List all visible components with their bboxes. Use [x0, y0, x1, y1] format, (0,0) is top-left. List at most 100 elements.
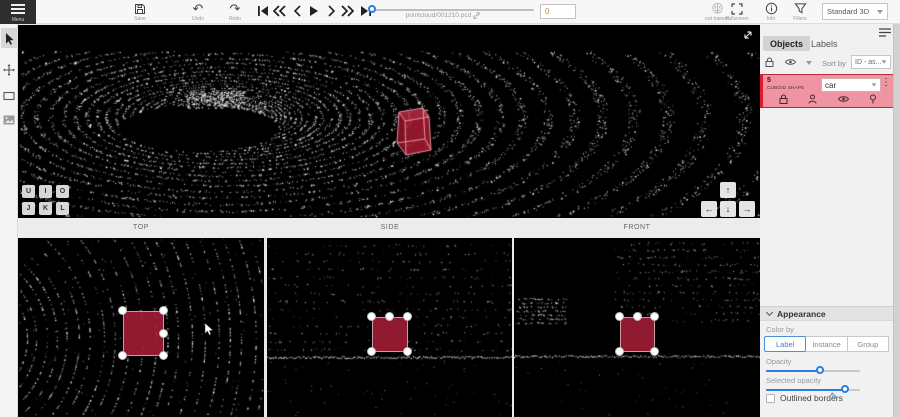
play-icon: [308, 5, 319, 17]
panel-list-button[interactable]: [878, 26, 892, 39]
tab-labels[interactable]: Labels: [804, 36, 845, 51]
right-edge-strip[interactable]: [893, 24, 900, 417]
view-mode-select[interactable]: Standard 3D: [822, 3, 888, 20]
main-3d-view[interactable]: U I O J K L ↑ ← ↓ →: [18, 25, 760, 218]
fullscreen-label: Fullscreen: [725, 16, 748, 22]
sort-select[interactable]: ID - as...: [851, 55, 891, 69]
object-type: CUBOID SHAPE: [767, 85, 805, 90]
undo-button[interactable]: ↶ Undo: [183, 2, 213, 23]
top-cuboid-handle-r[interactable]: [159, 329, 168, 338]
color-mode-segment: Label Instance Group: [765, 336, 889, 352]
lock-all-button[interactable]: [765, 57, 774, 67]
point-cloud-annotation-app: Menu Save ↶ Undo ↷ Redo: [0, 0, 900, 417]
color-mode-group-button[interactable]: Group: [847, 336, 889, 352]
object-list-item-selected[interactable]: 5 CUBOID SHAPE car ⋮: [760, 74, 893, 108]
fast-forward-button[interactable]: [340, 4, 355, 18]
link-icon[interactable]: [473, 12, 480, 19]
side-cuboid-handle-br[interactable]: [403, 347, 412, 356]
edit-outline-pencil-icon[interactable]: ✎: [830, 391, 838, 402]
arrow-left-button[interactable]: ←: [701, 201, 717, 217]
cuboid-tool-button[interactable]: [1, 86, 17, 106]
opacity-label: Opacity: [766, 357, 791, 366]
play-button[interactable]: [306, 4, 321, 18]
frame-slider-handle[interactable]: [368, 5, 376, 13]
expand-view-button[interactable]: [742, 29, 754, 41]
next-icon: [327, 5, 336, 17]
key-o-button[interactable]: O: [56, 185, 69, 198]
filters-label: Filters: [793, 16, 807, 22]
front-cuboid-handle-tl[interactable]: [615, 312, 624, 321]
side-cuboid-handle-bl[interactable]: [367, 347, 376, 356]
side-view-cuboid[interactable]: [372, 317, 408, 352]
select-tool-button[interactable]: [1, 28, 17, 48]
appearance-header[interactable]: Appearance: [760, 306, 893, 321]
key-l-button[interactable]: L: [56, 202, 69, 215]
front-cuboid-handle-bl[interactable]: [615, 347, 624, 356]
object-id: 5: [767, 77, 771, 84]
front-cuboid-handle-tm[interactable]: [633, 312, 642, 321]
main-view-canvas[interactable]: [18, 25, 760, 218]
object-pin-icon[interactable]: [869, 94, 877, 104]
key-k-button[interactable]: K: [39, 202, 52, 215]
selected-opacity-slider-handle[interactable]: [841, 385, 849, 393]
key-i-button[interactable]: I: [39, 185, 52, 198]
key-u-button[interactable]: U: [22, 185, 35, 198]
info-button[interactable]: Info: [756, 2, 786, 23]
top-cuboid-handle-tl[interactable]: [118, 306, 127, 315]
expand-list-chevron[interactable]: [806, 61, 812, 65]
redo-button[interactable]: ↷ Redo: [220, 2, 250, 23]
color-mode-instance-button[interactable]: Instance: [805, 336, 847, 352]
arrow-up-button[interactable]: ↑: [720, 182, 736, 198]
top-cuboid-handle-bl[interactable]: [118, 351, 127, 360]
opacity-slider[interactable]: [766, 366, 860, 376]
save-button[interactable]: Save: [125, 2, 155, 23]
object-lock-icon[interactable]: [779, 94, 788, 104]
frame-slider-track[interactable]: [372, 9, 534, 11]
filename-text: pointcloud/001210.pcd: [406, 12, 471, 19]
class-chevron-icon: [872, 83, 877, 86]
menu-button[interactable]: Menu: [0, 0, 36, 24]
object-visibility-icon[interactable]: [838, 95, 849, 103]
object-menu-button[interactable]: ⋮: [881, 78, 891, 88]
next-frame-button[interactable]: [324, 4, 339, 18]
top-ortho-view[interactable]: [18, 238, 264, 417]
sort-select-value: ID - as...: [855, 59, 881, 66]
side-cuboid-handle-tl[interactable]: [367, 312, 376, 321]
object-instance-icon[interactable]: [808, 94, 817, 104]
frame-number-input[interactable]: [540, 4, 576, 19]
fullscreen-button[interactable]: Fullscreen: [722, 2, 752, 23]
front-ortho-view[interactable]: [514, 238, 760, 417]
tab-objects[interactable]: Objects: [763, 36, 810, 51]
side-cuboid-handle-tr[interactable]: [403, 312, 412, 321]
view-mode-value: Standard 3D: [827, 7, 869, 16]
side-cuboid-handle-tm[interactable]: [385, 312, 394, 321]
move-tool-button[interactable]: [1, 60, 17, 80]
filename-row: pointcloud/001210.pcd: [400, 12, 486, 19]
show-all-button[interactable]: [785, 58, 796, 66]
filters-button[interactable]: Filters: [785, 2, 815, 23]
object-class-select[interactable]: car: [821, 78, 881, 92]
outlined-borders-checkbox[interactable]: [766, 394, 775, 403]
top-cuboid-handle-br[interactable]: [159, 351, 168, 360]
front-cuboid-handle-br[interactable]: [650, 347, 659, 356]
side-ortho-view[interactable]: [267, 238, 512, 417]
opacity-slider-handle[interactable]: [816, 366, 824, 374]
left-tool-sidebar: [0, 24, 18, 417]
top-cuboid-handle-tr[interactable]: [159, 306, 168, 315]
front-view-cuboid[interactable]: [620, 317, 655, 352]
arrow-right-button[interactable]: →: [739, 201, 755, 217]
previous-frame-button[interactable]: [290, 4, 305, 18]
key-j-button[interactable]: J: [22, 202, 35, 215]
arrow-down-button[interactable]: ↓: [720, 201, 736, 217]
top-view-cuboid[interactable]: [123, 311, 164, 356]
fast-backward-button[interactable]: [272, 4, 287, 18]
color-mode-label-button[interactable]: Label: [764, 336, 806, 352]
mouse-cursor: [204, 322, 214, 336]
eye-icon: [785, 58, 796, 66]
image-tool-button[interactable]: [1, 110, 17, 130]
skip-to-start-button[interactable]: [255, 4, 270, 18]
front-cuboid-handle-tr[interactable]: [650, 312, 659, 321]
top-toolbar: Menu Save ↶ Undo ↷ Redo: [0, 0, 900, 24]
front-view-label: FRONT: [514, 224, 760, 231]
skip-start-icon: [257, 5, 269, 17]
